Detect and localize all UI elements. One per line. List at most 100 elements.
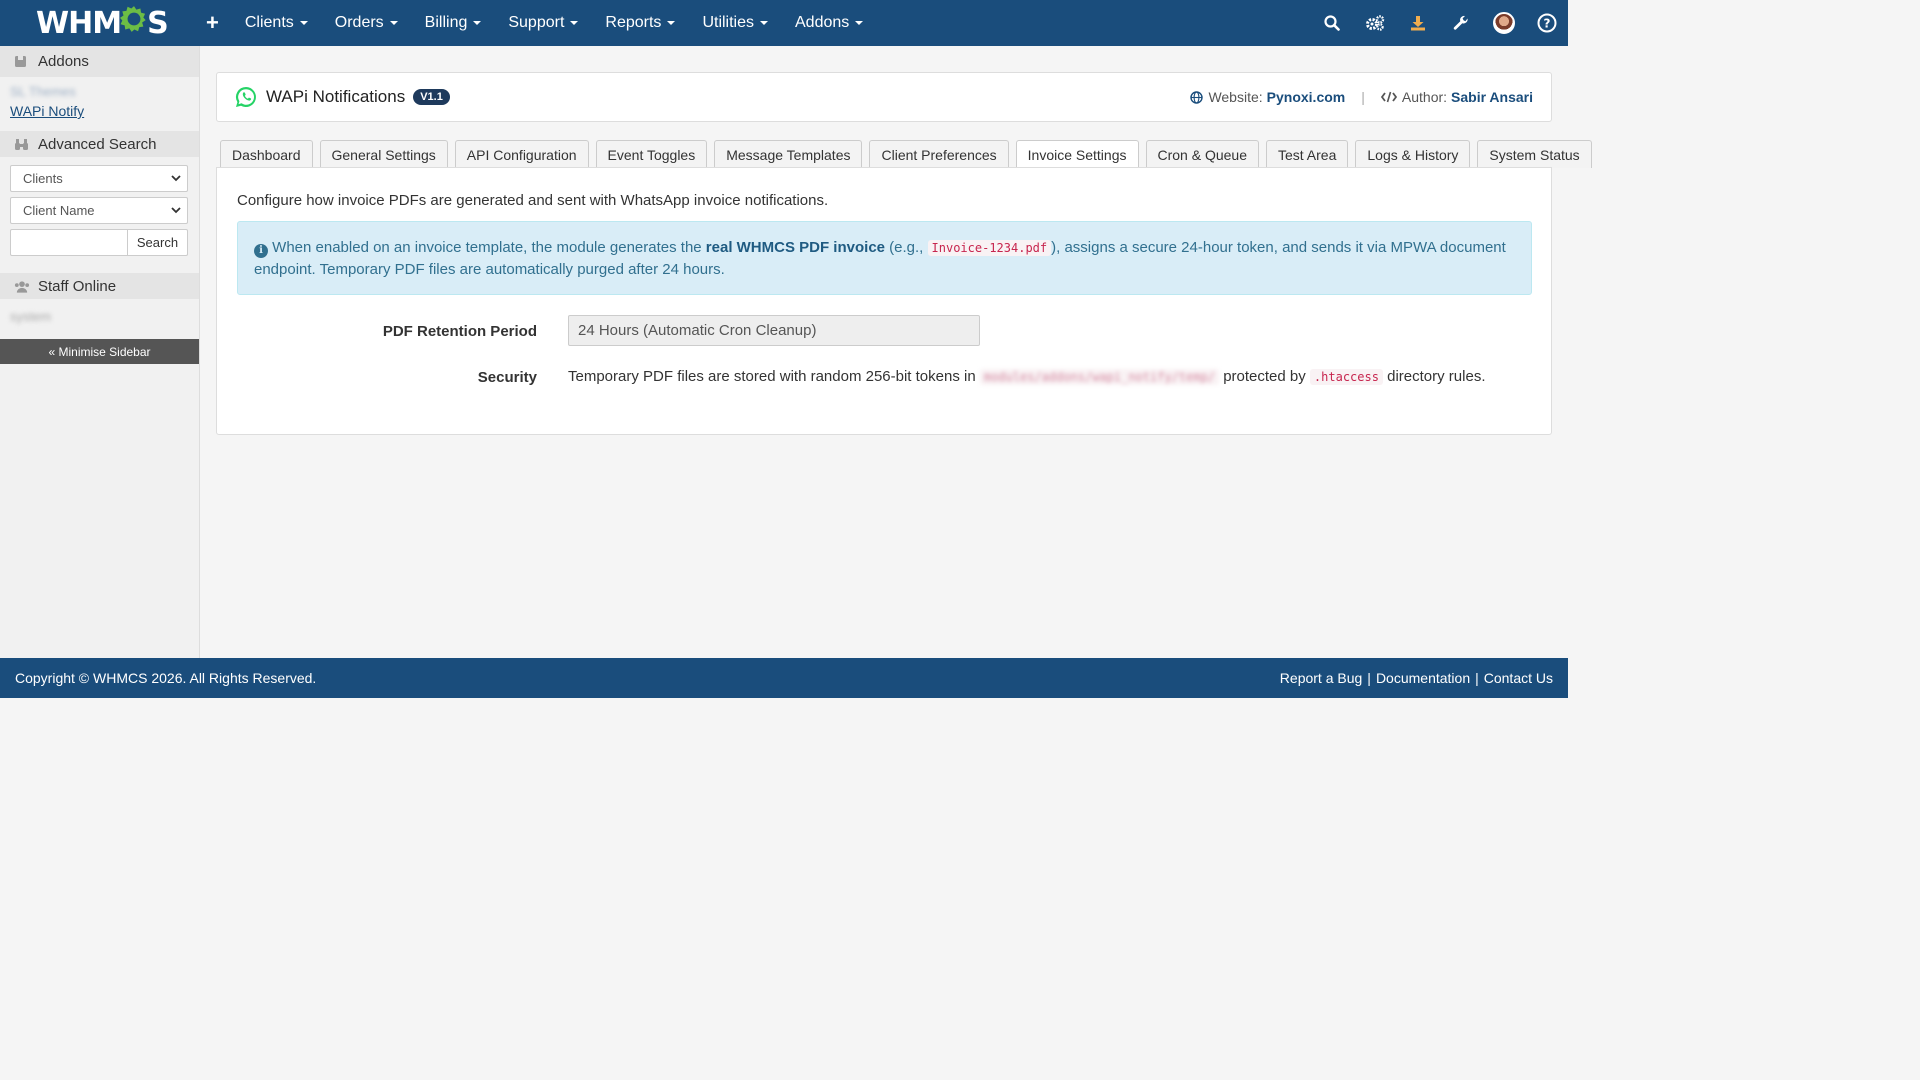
- nav-label: Clients: [244, 14, 294, 31]
- nav-addons[interactable]: Addons: [795, 14, 864, 32]
- tab-system-status[interactable]: System Status: [1477, 140, 1592, 168]
- security-text-part: Temporary PDF files are stored with rand…: [568, 368, 980, 385]
- module-title: WAPi Notifications: [266, 87, 406, 106]
- nav-utilities[interactable]: Utilities: [702, 14, 768, 32]
- security-text-part: protected by: [1219, 368, 1310, 385]
- nav-billing[interactable]: Billing: [425, 14, 482, 32]
- report-bug-link[interactable]: Report a Bug: [1280, 670, 1363, 686]
- sidebar-heading-staff-online: Staff Online: [0, 273, 199, 299]
- code-icon: [1380, 91, 1397, 103]
- nav-support[interactable]: Support: [508, 14, 579, 32]
- sidebar-link-wapi-notify[interactable]: WAPi Notify: [0, 101, 199, 121]
- tab-api-configuration[interactable]: API Configuration: [454, 140, 589, 168]
- tab-general-settings[interactable]: General Settings: [319, 140, 448, 168]
- footer: Copyright © WHMCS 2026. All Rights Reser…: [0, 658, 1568, 698]
- intro-text: Configure how invoice PDFs are generated…: [237, 192, 829, 209]
- alert-text: (e.g.,: [885, 239, 928, 256]
- users-icon: [14, 280, 30, 293]
- main-nav: + Clients Orders Billing Support Reports…: [204, 0, 890, 46]
- sidebar-heading-advanced-search: Advanced Search: [0, 131, 199, 157]
- meta-divider: |: [1361, 89, 1365, 105]
- search-field-select[interactable]: Client Name: [10, 197, 188, 224]
- module-header: WAPi Notifications V1.1 Website: Pynoxi.…: [216, 72, 1552, 122]
- sidebar-heading-label: Staff Online: [38, 277, 117, 295]
- sidebar-search-group: Search: [10, 229, 189, 256]
- module-meta: Website: Pynoxi.com | Author: Sabir Ansa…: [1190, 73, 1533, 121]
- module-tabs: Dashboard General Settings API Configura…: [220, 140, 1599, 169]
- add-new-icon[interactable]: +: [206, 10, 219, 36]
- avatar[interactable]: [1482, 12, 1525, 34]
- gears-icon[interactable]: [1353, 15, 1396, 31]
- cube-icon: [14, 55, 30, 68]
- website-link[interactable]: Pynoxi.com: [1267, 89, 1346, 105]
- retention-period-field[interactable]: 24 Hours (Automatic Cron Cleanup): [568, 315, 980, 346]
- website-label: Website:: [1208, 89, 1263, 105]
- footer-separator: |: [1367, 670, 1371, 686]
- sidebar-search-input[interactable]: [10, 229, 128, 256]
- nav-label: Orders: [334, 14, 384, 31]
- help-icon[interactable]: ?: [1525, 13, 1568, 33]
- nav-orders[interactable]: Orders: [335, 14, 398, 32]
- globe-icon: [1190, 90, 1204, 104]
- tab-invoice-settings[interactable]: Invoice Settings: [1015, 140, 1139, 169]
- nav-reports[interactable]: Reports: [605, 14, 676, 32]
- alert-code-filename: Invoice-1234.pdf: [927, 240, 1052, 256]
- info-alert: i When enabled on an invoice template, t…: [237, 221, 1532, 295]
- tab-test-area[interactable]: Test Area: [1266, 140, 1349, 168]
- sidebar-search-button[interactable]: Search: [128, 229, 188, 256]
- sidebar: Addons SL Themes WAPi Notify Advanced Se…: [0, 46, 200, 658]
- minimise-sidebar-button[interactable]: « Minimise Sidebar: [0, 339, 199, 364]
- caret-down-icon: [855, 21, 864, 25]
- retention-label: PDF Retention Period: [382, 323, 537, 340]
- select-value: Clients: [23, 171, 63, 186]
- nav-label: Support: [508, 14, 565, 31]
- caret-down-icon: [299, 21, 308, 25]
- tab-event-toggles[interactable]: Event Toggles: [595, 140, 708, 168]
- whmcs-logo[interactable]: WHM S: [36, 5, 169, 41]
- alert-bold-text: real WHMCS PDF invoice: [705, 239, 885, 256]
- svg-text:?: ?: [1543, 17, 1550, 31]
- caret-down-icon: [667, 21, 676, 25]
- contact-us-link[interactable]: Contact Us: [1484, 670, 1553, 686]
- nav-label: Billing: [424, 14, 468, 31]
- logo-text-left: WHM: [36, 5, 122, 41]
- info-icon: i: [254, 243, 268, 258]
- user-avatar: [1492, 12, 1515, 34]
- top-navbar: WHM S + Clients Orders Billing Support R…: [0, 0, 1568, 46]
- search-icon[interactable]: [1310, 15, 1353, 31]
- caret-down-icon: [473, 21, 482, 25]
- sidebar-addon-blurred[interactable]: SL Themes: [0, 83, 199, 101]
- search-type-select[interactable]: Clients: [10, 165, 188, 192]
- author-link[interactable]: Sabir Ansari: [1451, 89, 1533, 105]
- caret-down-icon: [570, 21, 579, 25]
- documentation-link[interactable]: Documentation: [1376, 670, 1470, 686]
- alert-text: When enabled on an invoice template, the…: [272, 239, 706, 256]
- nav-label: Utilities: [702, 14, 754, 31]
- invoice-settings-panel: Configure how invoice PDFs are generated…: [216, 167, 1552, 435]
- footer-separator: |: [1475, 670, 1479, 686]
- tab-client-preferences[interactable]: Client Preferences: [869, 140, 1009, 168]
- footer-links: Report a Bug | Documentation | Contact Us: [1280, 670, 1553, 686]
- copyright-text: Copyright © WHMCS 2026. All Rights Reser…: [15, 670, 317, 686]
- caret-down-icon: [760, 21, 768, 25]
- wrench-icon[interactable]: [1439, 15, 1482, 31]
- security-path-code: modules/addons/wapi_notify/temp/: [979, 369, 1220, 385]
- tab-message-templates[interactable]: Message Templates: [714, 140, 863, 168]
- author-label: Author:: [1401, 89, 1448, 105]
- version-badge: V1.1: [413, 89, 450, 105]
- logo-text-right: S: [147, 5, 169, 41]
- chevron-down-icon: [171, 207, 181, 214]
- download-icon[interactable]: [1396, 15, 1439, 31]
- logo-gear-icon: [120, 5, 148, 41]
- nav-label: Reports: [605, 14, 662, 31]
- htaccess-code: .htaccess: [1309, 369, 1383, 385]
- security-label: Security: [477, 369, 537, 386]
- navbar-right-icons: ?: [1310, 0, 1568, 46]
- chevron-down-icon: [171, 175, 181, 182]
- nav-clients[interactable]: Clients: [245, 14, 308, 32]
- whatsapp-icon: [234, 85, 258, 109]
- tab-logs-history[interactable]: Logs & History: [1355, 140, 1471, 168]
- nav-label: Addons: [795, 14, 850, 31]
- tab-dashboard[interactable]: Dashboard: [220, 140, 313, 168]
- tab-cron-queue[interactable]: Cron & Queue: [1145, 140, 1259, 168]
